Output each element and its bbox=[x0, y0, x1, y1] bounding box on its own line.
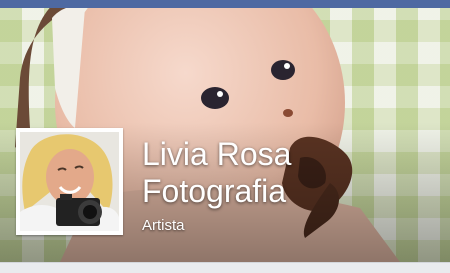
profile-illustration bbox=[20, 132, 119, 231]
page-name[interactable]: Livia Rosa Fotografia bbox=[142, 136, 442, 210]
profile-picture-frame[interactable] bbox=[16, 128, 123, 235]
page-name-line-1: Livia Rosa bbox=[142, 136, 292, 172]
page-category[interactable]: Artista bbox=[142, 217, 185, 234]
page-name-line-2: Fotografia bbox=[142, 173, 287, 209]
profile-picture[interactable] bbox=[20, 132, 119, 231]
bottom-strip bbox=[0, 262, 450, 273]
top-bar bbox=[0, 0, 450, 8]
